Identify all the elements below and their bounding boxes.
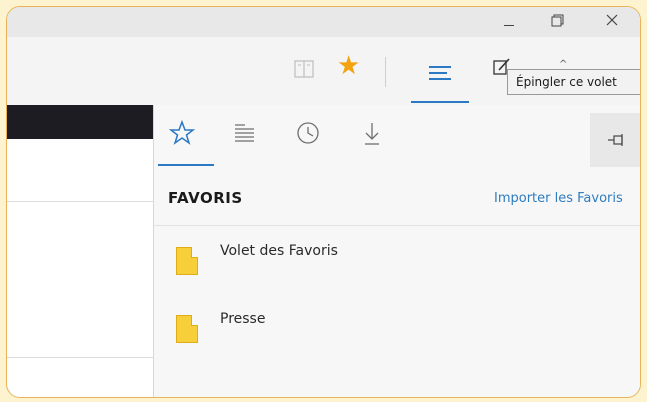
tab-favorites[interactable] [168, 119, 196, 147]
tab-history[interactable] [294, 119, 322, 147]
favorite-label: Presse [220, 311, 266, 327]
pin-icon [608, 134, 623, 146]
pin-pane-button[interactable] [590, 113, 640, 167]
toolbar-divider [385, 57, 386, 87]
favorites-list-item[interactable]: Volet des Favoris [154, 237, 640, 297]
favorite-label: Volet des Favoris [220, 243, 338, 259]
hub-active-indicator [411, 101, 469, 103]
close-button[interactable] [593, 7, 633, 37]
restore-button[interactable] [537, 7, 577, 37]
favorites-list-item[interactable]: Presse [154, 305, 640, 365]
hub-icon [429, 66, 451, 80]
hub-divider [154, 225, 640, 226]
folder-icon [176, 315, 198, 343]
reading-view-button[interactable] [293, 59, 315, 79]
reading-list-icon [235, 124, 254, 142]
reading-view-icon [294, 60, 314, 78]
close-icon [606, 14, 618, 26]
hub-panel: FAVORIS Importer les Favoris Volet des F… [153, 105, 640, 397]
folder-icon [176, 247, 198, 275]
tab-downloads[interactable] [358, 119, 386, 147]
title-bar [7, 7, 640, 37]
page-divider [7, 201, 153, 202]
minimize-button[interactable] [489, 7, 529, 37]
tab-reading-list[interactable] [230, 119, 258, 147]
history-icon [297, 122, 319, 144]
favorites-star-icon[interactable]: ★ [337, 53, 360, 79]
active-tab-indicator [158, 164, 214, 166]
restore-icon [551, 14, 564, 27]
pin-tooltip: Épingler ce volet [507, 69, 640, 95]
favorites-section-title: FAVORIS [168, 189, 243, 207]
import-favorites-link[interactable]: Importer les Favoris [494, 191, 623, 206]
hub-button[interactable] [411, 51, 469, 103]
downloads-icon [365, 123, 379, 145]
browser-window: ★ ^ Épingler ce volet FAVORIS Importer l… [6, 6, 641, 398]
page-divider [7, 357, 153, 358]
page-header-bar [7, 105, 153, 139]
favorites-star-icon [168, 119, 196, 145]
